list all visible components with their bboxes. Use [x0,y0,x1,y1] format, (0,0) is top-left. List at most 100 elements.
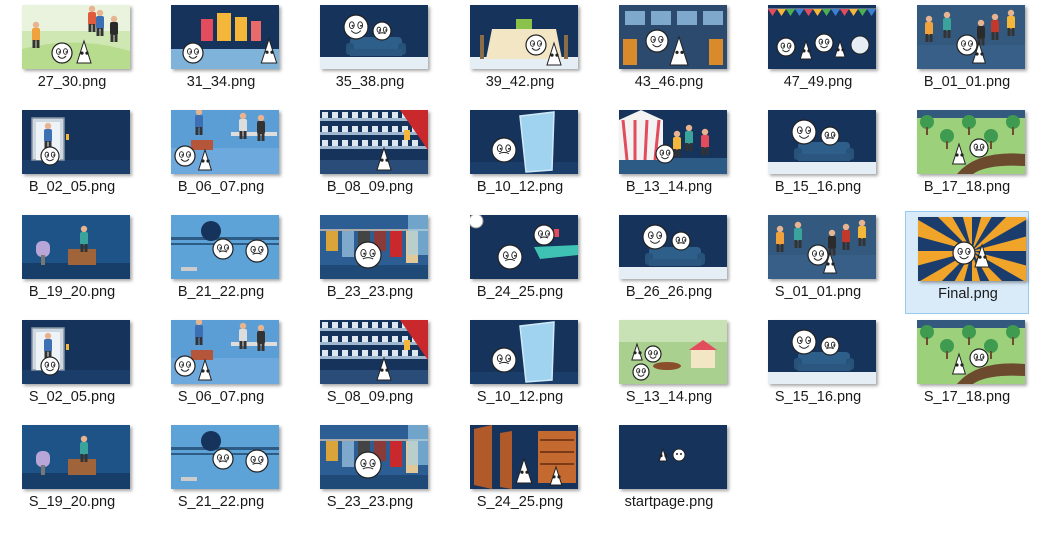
file-thumbnail[interactable] [470,215,578,279]
file-name-label[interactable]: B_19_20.png [10,284,134,300]
file-name-label[interactable]: B_08_09.png [308,179,432,195]
file-name-label[interactable]: S_21_22.png [159,494,283,510]
file-name-label[interactable]: B_01_01.png [905,74,1029,90]
file-item[interactable]: B_10_12.png [458,105,582,208]
file-thumbnail[interactable] [171,215,279,279]
file-thumbnail[interactable] [171,320,279,384]
file-name-label[interactable]: B_15_16.png [756,179,880,195]
file-thumbnail[interactable] [918,217,1026,281]
file-name-label[interactable]: S_08_09.png [308,389,432,405]
file-name-label[interactable]: 39_42.png [458,74,582,90]
file-thumbnail[interactable] [768,110,876,174]
file-item[interactable]: startpage.png [607,420,731,523]
file-name-label[interactable]: B_13_14.png [607,179,731,195]
file-thumbnail[interactable] [22,425,130,489]
file-item[interactable]: B_23_23.png [308,210,432,313]
file-thumbnail[interactable] [768,5,876,69]
file-item[interactable]: B_01_01.png [905,0,1029,103]
file-name-label[interactable]: S_01_01.png [756,284,880,300]
file-item[interactable]: S_21_22.png [159,420,283,523]
file-item[interactable]: B_21_22.png [159,210,283,313]
file-thumbnail[interactable] [171,425,279,489]
file-item[interactable]: S_24_25.png [458,420,582,523]
file-name-label[interactable]: 35_38.png [308,74,432,90]
file-thumbnail[interactable] [470,110,578,174]
file-thumbnail[interactable] [917,110,1025,174]
file-name-label[interactable]: B_02_05.png [10,179,134,195]
file-name-label[interactable]: S_24_25.png [458,494,582,510]
file-name-label[interactable]: S_15_16.png [756,389,880,405]
file-thumbnail[interactable] [768,215,876,279]
file-item[interactable]: 47_49.png [756,0,880,103]
file-name-label[interactable]: B_26_26.png [607,284,731,300]
file-thumbnail[interactable] [470,425,578,489]
file-item[interactable]: B_19_20.png [10,210,134,313]
file-thumbnail[interactable] [320,320,428,384]
file-thumbnail[interactable] [320,215,428,279]
file-item[interactable]: 35_38.png [308,0,432,103]
file-name-label[interactable]: S_10_12.png [458,389,582,405]
file-item[interactable]: B_02_05.png [10,105,134,208]
file-name-label[interactable]: S_06_07.png [159,389,283,405]
file-item[interactable]: S_19_20.png [10,420,134,523]
file-thumbnail[interactable] [171,5,279,69]
thumbnail-image [22,5,130,69]
file-item[interactable]: S_13_14.png [607,315,731,418]
file-item[interactable]: 31_34.png [159,0,283,103]
file-item[interactable]: S_06_07.png [159,315,283,418]
file-item[interactable]: B_24_25.png [458,210,582,313]
file-thumbnail[interactable] [619,425,727,489]
file-name-label[interactable]: S_23_23.png [308,494,432,510]
file-item[interactable]: S_02_05.png [10,315,134,418]
file-item[interactable]: S_23_23.png [308,420,432,523]
file-name-label[interactable]: B_10_12.png [458,179,582,195]
file-name-label[interactable]: 31_34.png [159,74,283,90]
file-name-label[interactable]: 47_49.png [756,74,880,90]
file-item[interactable]: S_17_18.png [905,315,1029,418]
file-thumbnail[interactable] [470,5,578,69]
file-name-label[interactable]: startpage.png [607,494,731,510]
file-item[interactable]: Final.png [905,211,1029,314]
file-thumbnail[interactable] [470,320,578,384]
file-name-label[interactable]: 27_30.png [10,74,134,90]
file-name-label[interactable]: S_13_14.png [607,389,731,405]
file-thumbnail[interactable] [22,110,130,174]
file-name-label[interactable]: B_24_25.png [458,284,582,300]
file-thumbnail[interactable] [22,320,130,384]
file-item[interactable]: S_15_16.png [756,315,880,418]
file-item[interactable]: S_08_09.png [308,315,432,418]
file-item[interactable]: S_01_01.png [756,210,880,313]
file-thumbnail[interactable] [320,110,428,174]
file-thumbnail[interactable] [320,425,428,489]
file-name-label[interactable]: S_02_05.png [10,389,134,405]
file-thumbnail[interactable] [320,5,428,69]
file-item[interactable]: S_10_12.png [458,315,582,418]
file-name-label[interactable]: B_06_07.png [159,179,283,195]
file-name-label[interactable]: B_23_23.png [308,284,432,300]
file-item[interactable]: 39_42.png [458,0,582,103]
file-item[interactable]: B_15_16.png [756,105,880,208]
file-thumbnail[interactable] [619,110,727,174]
file-name-label[interactable]: B_21_22.png [159,284,283,300]
file-item[interactable]: B_13_14.png [607,105,731,208]
file-item[interactable]: 43_46.png [607,0,731,103]
file-name-label[interactable]: B_17_18.png [905,179,1029,195]
file-thumbnail[interactable] [917,320,1025,384]
file-item[interactable]: B_26_26.png [607,210,731,313]
file-thumbnail[interactable] [171,110,279,174]
file-name-label[interactable]: Final.png [906,286,1030,302]
file-name-label[interactable]: S_17_18.png [905,389,1029,405]
file-name-label[interactable]: S_19_20.png [10,494,134,510]
file-thumbnail[interactable] [619,215,727,279]
file-thumbnail[interactable] [917,5,1025,69]
file-item[interactable]: B_06_07.png [159,105,283,208]
file-item[interactable]: B_17_18.png [905,105,1029,208]
file-thumbnail[interactable] [22,5,130,69]
file-name-label[interactable]: 43_46.png [607,74,731,90]
file-thumbnail[interactable] [619,320,727,384]
file-thumbnail[interactable] [768,320,876,384]
file-thumbnail[interactable] [22,215,130,279]
file-thumbnail[interactable] [619,5,727,69]
file-item[interactable]: 27_30.png [10,0,134,103]
file-item[interactable]: B_08_09.png [308,105,432,208]
